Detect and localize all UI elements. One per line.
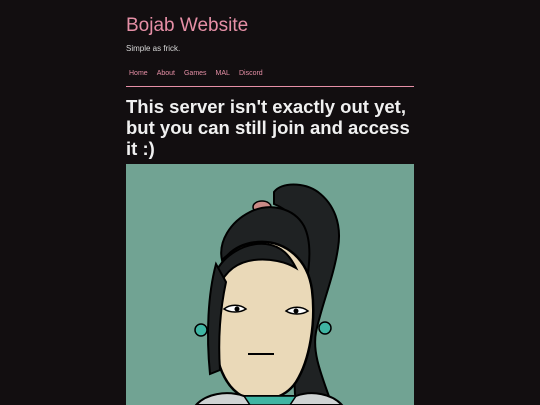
nav-link-mal[interactable]: MAL — [213, 68, 233, 86]
nav-link-about[interactable]: About — [154, 68, 178, 86]
page: Bojab Website Simple as frick. Home Abou… — [0, 0, 540, 405]
page-headline: This server isn't exactly out yet, but y… — [126, 96, 410, 159]
nav-link-games[interactable]: Games — [181, 68, 210, 86]
cartoon-character-illustration — [194, 183, 344, 405]
main-nav: Home About Games MAL Discord — [126, 68, 414, 87]
site-title[interactable]: Bojab Website — [126, 15, 248, 37]
site-subtitle: Simple as frick. — [126, 44, 181, 53]
server-illustration — [126, 164, 414, 405]
nav-link-discord[interactable]: Discord — [236, 68, 266, 86]
nav-link-home[interactable]: Home — [126, 68, 151, 86]
